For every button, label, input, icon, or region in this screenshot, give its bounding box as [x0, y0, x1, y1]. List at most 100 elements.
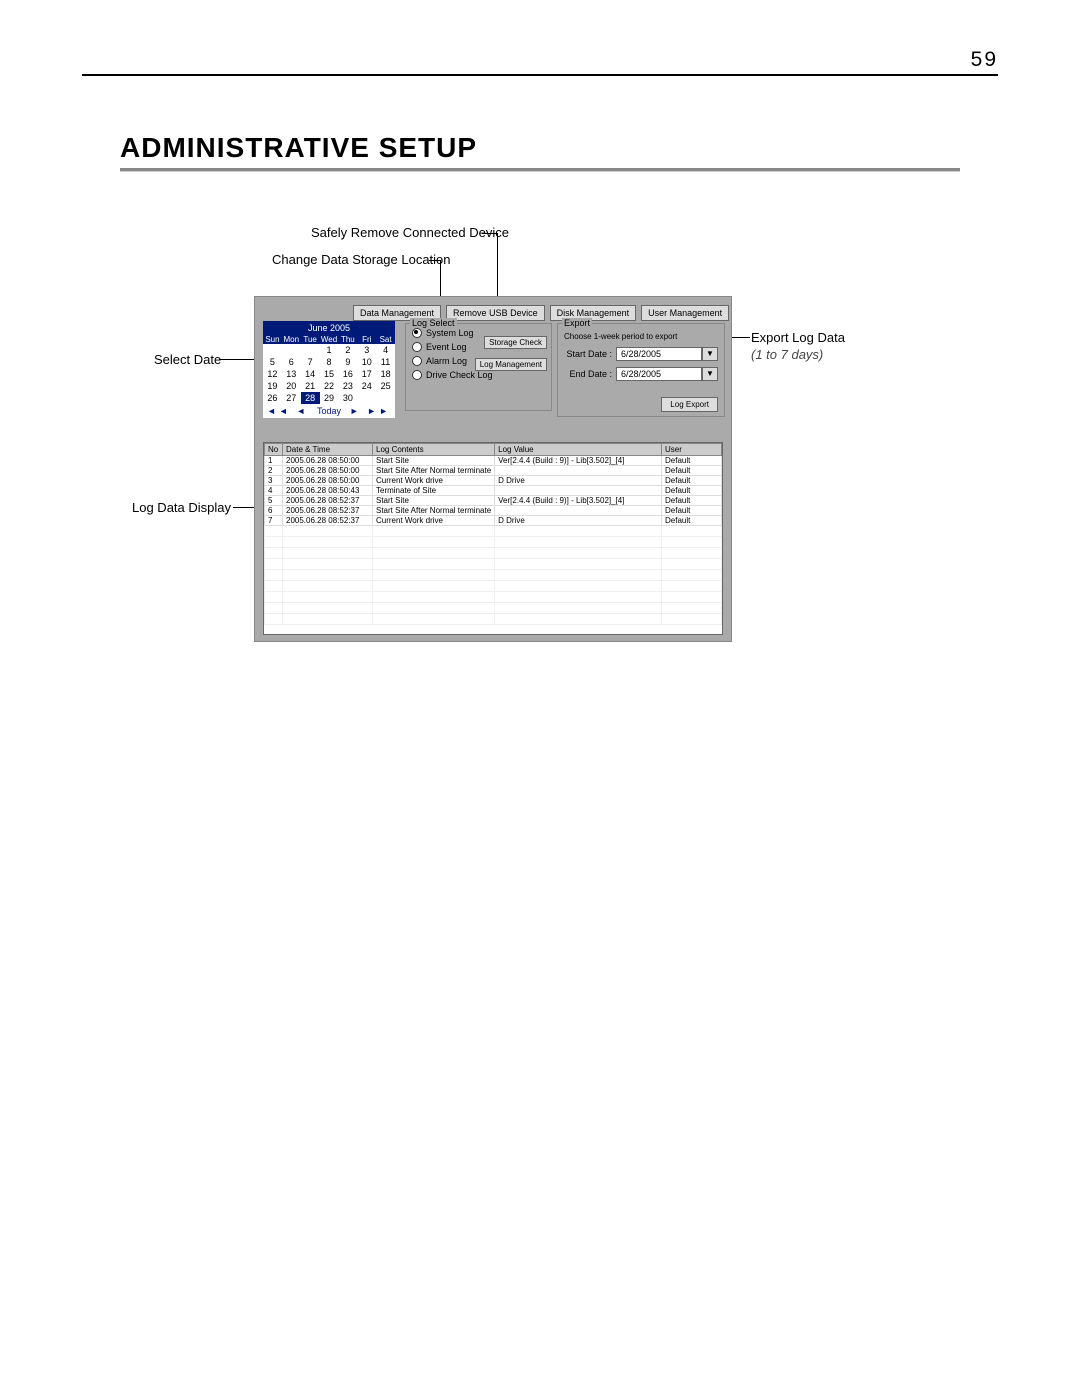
calendar-day[interactable]: 9 — [338, 356, 357, 368]
table-cell — [495, 486, 662, 496]
leader-line — [429, 260, 440, 261]
table-cell: Ver[2.4.4 (Build : 9)] - Lib[3.502]_[4] — [495, 456, 662, 466]
table-cell — [283, 614, 373, 625]
calendar-day[interactable]: 1 — [320, 344, 339, 356]
log-col-datetime[interactable]: Date & Time — [283, 444, 373, 456]
calendar-day[interactable]: 20 — [282, 380, 301, 392]
calendar-day[interactable]: 17 — [357, 368, 376, 380]
calendar-grid[interactable]: 1234567891011121314151617181920212223242… — [263, 344, 395, 404]
table-cell — [373, 614, 495, 625]
calendar-day[interactable]: 10 — [357, 356, 376, 368]
calendar-day[interactable]: 2 — [338, 344, 357, 356]
tab-user-management[interactable]: User Management — [641, 305, 729, 321]
calendar-day[interactable]: 24 — [357, 380, 376, 392]
log-col-no[interactable]: No — [265, 444, 283, 456]
table-cell: Default — [662, 486, 722, 496]
calendar-day[interactable]: 18 — [376, 368, 395, 380]
table-cell — [283, 537, 373, 548]
table-row[interactable]: 32005.06.28 08:50:00Current Work driveD … — [265, 476, 722, 486]
export-group: Export Choose 1-week period to export St… — [557, 323, 725, 417]
table-cell: Default — [662, 456, 722, 466]
export-start-date-dropdown[interactable]: 6/28/2005 ▼ — [616, 347, 718, 361]
table-row — [265, 548, 722, 559]
log-col-value[interactable]: Log Value — [495, 444, 662, 456]
calendar-next-icon[interactable]: ► ►► — [350, 406, 391, 416]
calendar-day[interactable]: 28 — [301, 392, 320, 404]
calendar-today-button[interactable]: Today — [317, 406, 341, 416]
radio-icon — [412, 342, 422, 352]
calendar-day[interactable]: 13 — [282, 368, 301, 380]
table-cell — [373, 548, 495, 559]
table-cell — [265, 592, 283, 603]
log-select-legend: Log Select — [410, 318, 457, 328]
table-cell — [265, 537, 283, 548]
table-cell — [662, 548, 722, 559]
calendar-day[interactable]: 3 — [357, 344, 376, 356]
table-row[interactable]: 72005.06.28 08:52:37Current Work driveD … — [265, 516, 722, 526]
table-row[interactable]: 12005.06.28 08:50:00Start SiteVer[2.4.4 … — [265, 456, 722, 466]
table-row — [265, 603, 722, 614]
table-row[interactable]: 42005.06.28 08:50:43Terminate of SiteDef… — [265, 486, 722, 496]
log-header-row: No Date & Time Log Contents Log Value Us… — [265, 444, 722, 456]
calendar-day[interactable]: 14 — [301, 368, 320, 380]
table-cell: 7 — [265, 516, 283, 526]
storage-check-button[interactable]: Storage Check — [484, 336, 547, 349]
export-legend: Export — [562, 318, 592, 328]
tab-remove-usb[interactable]: Remove USB Device — [446, 305, 545, 321]
calendar-day[interactable]: 23 — [338, 380, 357, 392]
log-export-button[interactable]: Log Export — [661, 397, 718, 412]
radio-label: Drive Check Log — [426, 370, 493, 380]
calendar-nav[interactable]: ◄◄ ◄ Today ► ►► — [263, 404, 395, 418]
table-cell — [283, 548, 373, 559]
table-cell: 4 — [265, 486, 283, 496]
calendar-day[interactable]: 30 — [338, 392, 357, 404]
calendar-day[interactable]: 26 — [263, 392, 282, 404]
radio-drive-check-log[interactable]: Drive Check Log — [412, 370, 551, 380]
table-cell: Default — [662, 476, 722, 486]
chevron-down-icon[interactable]: ▼ — [702, 347, 718, 361]
export-end-row: End Date : 6/28/2005 ▼ — [564, 367, 718, 381]
export-start-date-value: 6/28/2005 — [616, 347, 702, 361]
table-row[interactable]: 52005.06.28 08:52:37Start SiteVer[2.4.4 … — [265, 496, 722, 506]
calendar-day[interactable]: 4 — [376, 344, 395, 356]
calendar-day[interactable]: 19 — [263, 380, 282, 392]
table-row[interactable]: 22005.06.28 08:50:00Start Site After Nor… — [265, 466, 722, 476]
table-cell — [265, 614, 283, 625]
table-cell — [495, 614, 662, 625]
log-col-contents[interactable]: Log Contents — [373, 444, 495, 456]
calendar-day[interactable]: 6 — [282, 356, 301, 368]
calendar-day[interactable]: 8 — [320, 356, 339, 368]
table-cell: Terminate of Site — [373, 486, 495, 496]
log-col-user[interactable]: User — [662, 444, 722, 456]
calendar-day[interactable]: 25 — [376, 380, 395, 392]
calendar-day[interactable]: 21 — [301, 380, 320, 392]
calendar-day[interactable]: 11 — [376, 356, 395, 368]
export-end-date-dropdown[interactable]: 6/28/2005 ▼ — [616, 367, 718, 381]
calendar-day[interactable]: 5 — [263, 356, 282, 368]
calendar-day[interactable]: 22 — [320, 380, 339, 392]
radio-label: Alarm Log — [426, 356, 467, 366]
table-cell: Start Site — [373, 456, 495, 466]
table-cell: 6 — [265, 506, 283, 516]
calendar-day[interactable]: 7 — [301, 356, 320, 368]
log-select-group: Log Select System Log Event Log Alarm Lo… — [405, 323, 552, 411]
table-cell — [662, 570, 722, 581]
calendar-day[interactable]: 15 — [320, 368, 339, 380]
calendar-day[interactable]: 16 — [338, 368, 357, 380]
calendar-day — [357, 392, 376, 404]
calendar-day[interactable]: 12 — [263, 368, 282, 380]
table-cell: 2005.06.28 08:50:00 — [283, 466, 373, 476]
calendar-day — [301, 344, 320, 356]
table-cell: Ver[2.4.4 (Build : 9)] - Lib[3.502]_[4] — [495, 496, 662, 506]
calendar-day[interactable]: 29 — [320, 392, 339, 404]
log-management-button[interactable]: Log Management — [475, 358, 547, 371]
chevron-down-icon[interactable]: ▼ — [702, 367, 718, 381]
table-cell: 2005.06.28 08:52:37 — [283, 496, 373, 506]
date-calendar[interactable]: June 2005 Sun Mon Tue Wed Thu Fri Sat 12… — [263, 321, 395, 418]
callout-select-date: Select Date — [154, 352, 221, 367]
calendar-prev-icon[interactable]: ◄◄ ◄ — [267, 406, 308, 416]
table-cell — [495, 559, 662, 570]
calendar-day[interactable]: 27 — [282, 392, 301, 404]
table-row[interactable]: 62005.06.28 08:52:37Start Site After Nor… — [265, 506, 722, 516]
log-data-table[interactable]: No Date & Time Log Contents Log Value Us… — [263, 442, 723, 635]
